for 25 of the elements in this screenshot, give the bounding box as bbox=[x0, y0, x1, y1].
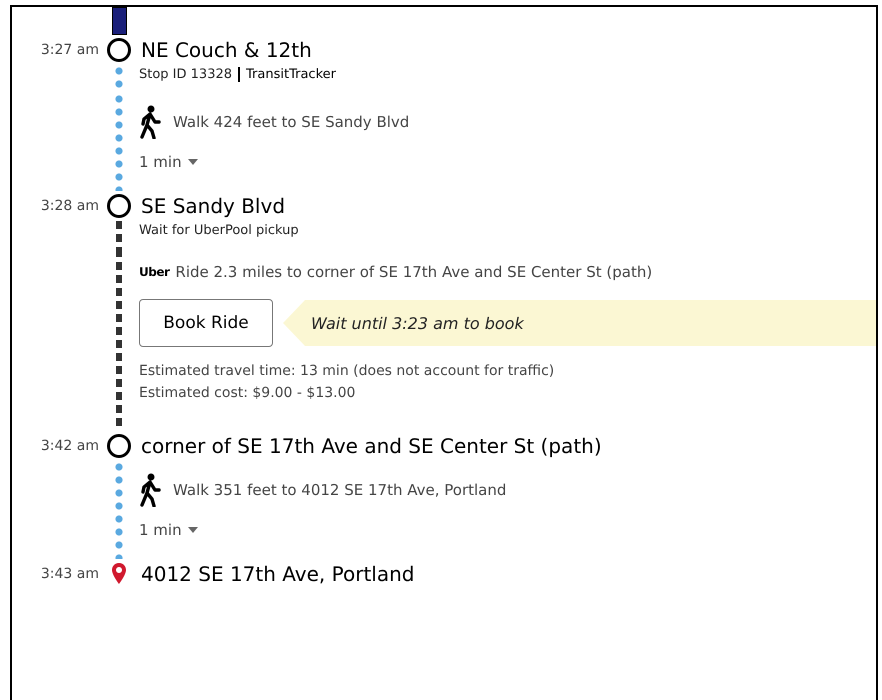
duration-toggle[interactable]: 1 min bbox=[139, 153, 198, 171]
caret-icon bbox=[188, 527, 198, 533]
arrival-time: 3:28 am bbox=[40, 198, 99, 214]
stop-id: Stop ID 13328 bbox=[139, 67, 232, 82]
arrival-time: 3:27 am bbox=[40, 42, 99, 58]
walk-directions: Walk 424 feet to SE Sandy Blvd bbox=[173, 113, 410, 131]
stop-name: corner of SE 17th Ave and SE Center St (path) bbox=[140, 434, 602, 458]
ride-directions: Ride 2.3 miles to corner of SE 17th Ave and SE Center St (path) bbox=[175, 263, 652, 281]
book-ride-button[interactable]: Book Ride bbox=[139, 299, 273, 347]
transit-tracker-link[interactable]: TransitTracker bbox=[238, 67, 336, 82]
uber-logo: Uber bbox=[139, 265, 170, 279]
ride-estimate: Estimated cost: $9.00 - $13.00 bbox=[139, 385, 356, 401]
stop-name: 4012 SE 17th Ave, Portland bbox=[140, 562, 414, 586]
walk-directions: Walk 351 feet to 4012 SE 17th Ave, Portland bbox=[173, 481, 506, 499]
duration-toggle[interactable]: 1 min bbox=[139, 521, 198, 539]
wait-note: Wait for UberPool pickup bbox=[139, 223, 299, 238]
walking-person-icon bbox=[139, 473, 161, 507]
stop-name: SE Sandy Blvd bbox=[140, 194, 286, 218]
arrival-time: 3:42 am bbox=[40, 438, 99, 454]
ride-estimate: Estimated travel time: 13 min (does not account for traffic) bbox=[139, 363, 556, 379]
arrival-time: 3:43 am bbox=[40, 566, 99, 582]
caret-icon bbox=[188, 159, 198, 165]
booking-notice: Wait until 3:23 am to book bbox=[283, 300, 876, 346]
stop-name: NE Couch & 12th bbox=[140, 38, 312, 62]
walking-person-icon bbox=[139, 105, 161, 139]
